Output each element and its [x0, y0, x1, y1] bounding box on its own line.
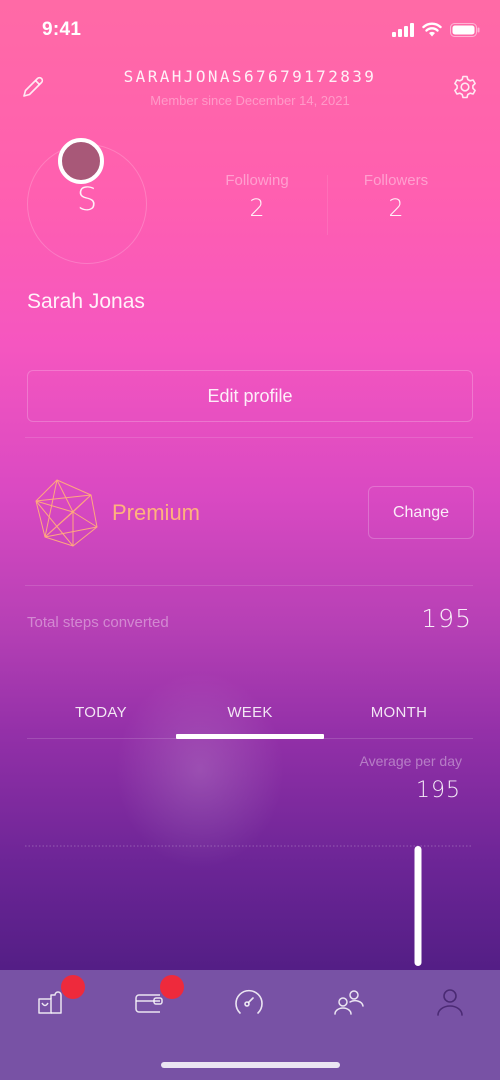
stat-value: 2: [388, 194, 404, 222]
change-plan-button[interactable]: Change: [368, 486, 474, 539]
nav-friends[interactable]: [319, 980, 379, 1024]
user-icon: [437, 989, 463, 1016]
member-since: Member since December 14, 2021: [150, 93, 350, 108]
gear-icon[interactable]: [452, 74, 478, 100]
username: SARAHJONAS67679172839: [123, 67, 377, 86]
nav-dashboard[interactable]: [219, 980, 279, 1024]
membership-tier: Premium: [112, 500, 201, 525]
speedometer-icon: [235, 989, 263, 1014]
home-indicator[interactable]: [161, 1062, 340, 1068]
avatar-status-dot: [58, 138, 104, 184]
polyhedron-icon: [33, 477, 99, 547]
wallet-icon: [135, 994, 163, 1013]
battery-icon: [450, 22, 480, 37]
status-time: 9:41: [42, 19, 82, 40]
active-tab-indicator: [176, 734, 324, 739]
divider: [25, 585, 473, 586]
stat-label: Followers: [363, 172, 429, 189]
stat-value: 2: [249, 194, 265, 222]
cellular-signal-icon: [392, 22, 414, 37]
avatar-initial: S: [76, 180, 98, 218]
average-label: Average per day: [359, 753, 462, 769]
stat-followers[interactable]: Followers 2: [326, 172, 466, 222]
stat-following[interactable]: Following 2: [187, 172, 327, 222]
status-icons: [392, 22, 480, 37]
shop-notification-badge: [61, 975, 85, 999]
divider: [25, 437, 473, 438]
steps-value: 195: [421, 604, 472, 633]
wallet-notification-badge: [160, 975, 184, 999]
tab-today[interactable]: TODAY: [26, 704, 176, 721]
chart-bar-day-7: [414, 846, 422, 966]
users-icon: [334, 990, 364, 1015]
tab-month[interactable]: MONTH: [324, 704, 474, 721]
steps-label: Total steps converted: [27, 614, 169, 631]
display-name: Sarah Jonas: [27, 290, 145, 313]
shopping-bag-icon: [38, 991, 62, 1014]
edit-profile-button[interactable]: Edit profile: [27, 370, 473, 422]
stat-label: Following: [225, 172, 289, 189]
tab-week[interactable]: WEEK: [175, 704, 325, 721]
nav-profile[interactable]: [420, 980, 480, 1024]
wifi-icon: [422, 22, 442, 37]
steps-bar-chart: [25, 845, 473, 966]
